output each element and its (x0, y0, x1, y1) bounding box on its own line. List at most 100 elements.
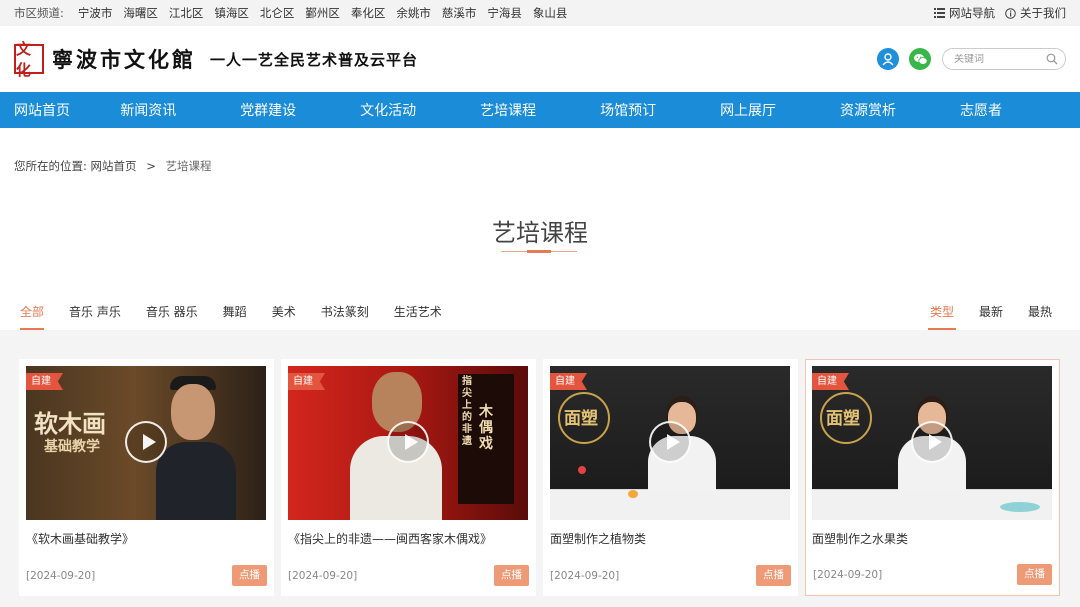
course-date: [2024-09-20] (288, 569, 358, 582)
thumbnail-subtitle: 指尖上的非遗 (462, 376, 472, 447)
info-icon (1005, 7, 1016, 19)
course-thumbnail[interactable]: 面塑 自建 (550, 366, 790, 520)
course-title[interactable]: 《指尖上的非遗——闽西客家木偶戏》 (288, 530, 529, 547)
play-icon[interactable] (649, 421, 691, 463)
page-title: 艺培课程 (492, 219, 588, 247)
play-on-demand-button[interactable]: 点播 (494, 565, 529, 586)
self-built-badge: 自建 (812, 373, 849, 390)
self-built-badge: 自建 (288, 373, 325, 390)
city-link[interactable]: 北仑区 (260, 5, 295, 21)
play-on-demand-button[interactable]: 点播 (232, 565, 267, 586)
header: 文化 寧波市文化館 一人一艺全民艺术普及云平台 (0, 26, 1080, 92)
play-on-demand-button[interactable]: 点播 (756, 565, 791, 586)
tab-vocal-music[interactable]: 音乐 声乐 (69, 303, 121, 330)
search-icon[interactable] (1046, 53, 1058, 65)
city-link[interactable]: 镇海区 (214, 5, 249, 21)
play-icon[interactable] (911, 421, 953, 463)
nav-item-activities[interactable]: 文化活动 (360, 100, 480, 120)
course-title[interactable]: 面塑制作之水果类 (812, 530, 1053, 547)
nav-item-resources[interactable]: 资源赏析 (840, 100, 960, 120)
tab-all[interactable]: 全部 (20, 303, 45, 330)
thumbnail-title: 面塑 (826, 409, 860, 429)
about-label: 关于我们 (1020, 6, 1066, 20)
card-footer: [2024-09-20] 点播 (813, 564, 1052, 585)
table-surface (550, 490, 790, 520)
top-bar-right: 网站导航 关于我们 (924, 5, 1066, 21)
city-link[interactable]: 宁波市 (78, 5, 113, 21)
nav-item-home[interactable]: 网站首页 (0, 100, 120, 120)
flower (578, 466, 586, 474)
course-card[interactable]: 软木画 基础教学 自建 《软木画基础教学》 [2024-09-20] 点播 (19, 359, 274, 596)
header-tools (867, 48, 1066, 70)
logo-seal[interactable]: 文化 (14, 40, 44, 79)
course-card[interactable]: 面塑 自建 面塑制作之水果类 [2024-09-20] 点播 (805, 359, 1060, 596)
search-input[interactable] (954, 53, 1046, 65)
nav-item-courses[interactable]: 艺培课程 (480, 100, 600, 120)
self-built-badge: 自建 (26, 373, 63, 390)
about-link[interactable]: 关于我们 (1005, 5, 1066, 21)
list-icon (934, 8, 945, 18)
fruit-plate (1000, 502, 1040, 512)
course-date: [2024-09-20] (813, 568, 883, 581)
city-channel-label: 市区频道: (14, 6, 64, 20)
course-date: [2024-09-20] (26, 569, 96, 582)
wechat-icon[interactable] (909, 48, 931, 70)
top-bar: 市区频道: 宁波市 海曙区 江北区 镇海区 北仑区 鄞州区 奉化区 余姚市 慈溪… (0, 0, 1080, 26)
breadcrumb-current: 艺培课程 (165, 159, 212, 173)
fruit (628, 490, 638, 498)
nav-item-party[interactable]: 党群建设 (240, 100, 360, 120)
city-link[interactable]: 海曙区 (123, 5, 158, 21)
tab-calligraphy[interactable]: 书法篆刻 (321, 303, 369, 330)
sort-tabs: 类型 最新 最热 (905, 303, 1052, 330)
breadcrumb-prefix: 您所在的位置: (14, 159, 87, 173)
site-nav-label: 网站导航 (949, 6, 995, 20)
thumbnail-title: 木偶戏 (479, 404, 493, 452)
breadcrumb-separator: > (146, 159, 156, 173)
course-card[interactable]: 木偶戏 指尖上的非遗 自建 《指尖上的非遗——闽西客家木偶戏》 [2024-09… (281, 359, 536, 596)
breadcrumb-home[interactable]: 网站首页 (91, 159, 137, 173)
thumbnail-title: 软木画 (34, 409, 106, 438)
nav-item-news[interactable]: 新闻资讯 (120, 100, 240, 120)
course-thumbnail[interactable]: 木偶戏 指尖上的非遗 自建 (288, 366, 528, 520)
instructor-figure (156, 376, 236, 520)
sort-latest[interactable]: 最新 (979, 303, 1003, 330)
tab-fine-arts[interactable]: 美术 (272, 303, 296, 330)
course-thumbnail[interactable]: 面塑 自建 (812, 366, 1052, 520)
title-underline-accent (527, 250, 551, 253)
thumbnail-title: 面塑 (564, 409, 598, 429)
tab-dance[interactable]: 舞蹈 (223, 303, 247, 330)
city-link[interactable]: 江北区 (169, 5, 204, 21)
city-link[interactable]: 慈溪市 (442, 5, 477, 21)
course-title[interactable]: 《软木画基础教学》 (26, 530, 267, 547)
course-date: [2024-09-20] (550, 569, 620, 582)
play-icon[interactable] (387, 421, 429, 463)
nav-item-volunteers[interactable]: 志愿者 (960, 100, 1080, 120)
city-link[interactable]: 鄞州区 (305, 5, 340, 21)
card-footer: [2024-09-20] 点播 (26, 565, 267, 586)
course-title[interactable]: 面塑制作之植物类 (550, 530, 791, 547)
tab-life-arts[interactable]: 生活艺术 (394, 303, 442, 330)
self-built-badge: 自建 (550, 373, 587, 390)
site-nav-link[interactable]: 网站导航 (934, 5, 995, 21)
city-link[interactable]: 宁海县 (487, 5, 522, 21)
main-nav: 网站首页 新闻资讯 党群建设 文化活动 艺培课程 场馆预订 网上展厅 资源赏析 … (0, 92, 1080, 128)
search-box (942, 48, 1066, 70)
card-footer: [2024-09-20] 点播 (288, 565, 529, 586)
course-thumbnail[interactable]: 软木画 基础教学 自建 (26, 366, 266, 520)
city-link[interactable]: 奉化区 (351, 5, 386, 21)
site-logo-name[interactable]: 寧波市文化館 (52, 44, 196, 74)
sort-hottest[interactable]: 最热 (1028, 303, 1052, 330)
city-link[interactable]: 余姚市 (396, 5, 431, 21)
nav-item-online-gallery[interactable]: 网上展厅 (720, 100, 840, 120)
category-tabs: 全部 音乐 声乐 音乐 器乐 舞蹈 美术 书法篆刻 生活艺术 (20, 303, 467, 330)
site-slogan: 一人一艺全民艺术普及云平台 (210, 50, 419, 69)
nav-item-venue-booking[interactable]: 场馆预订 (600, 100, 720, 120)
city-link[interactable]: 象山县 (533, 5, 568, 21)
tab-instrumental-music[interactable]: 音乐 器乐 (146, 303, 198, 330)
user-icon[interactable] (877, 48, 899, 70)
card-footer: [2024-09-20] 点播 (550, 565, 791, 586)
course-card[interactable]: 面塑 自建 面塑制作之植物类 [2024-09-20] 点播 (543, 359, 798, 596)
play-on-demand-button[interactable]: 点播 (1017, 564, 1052, 585)
sort-type[interactable]: 类型 (927, 303, 956, 330)
play-icon[interactable] (125, 421, 167, 463)
